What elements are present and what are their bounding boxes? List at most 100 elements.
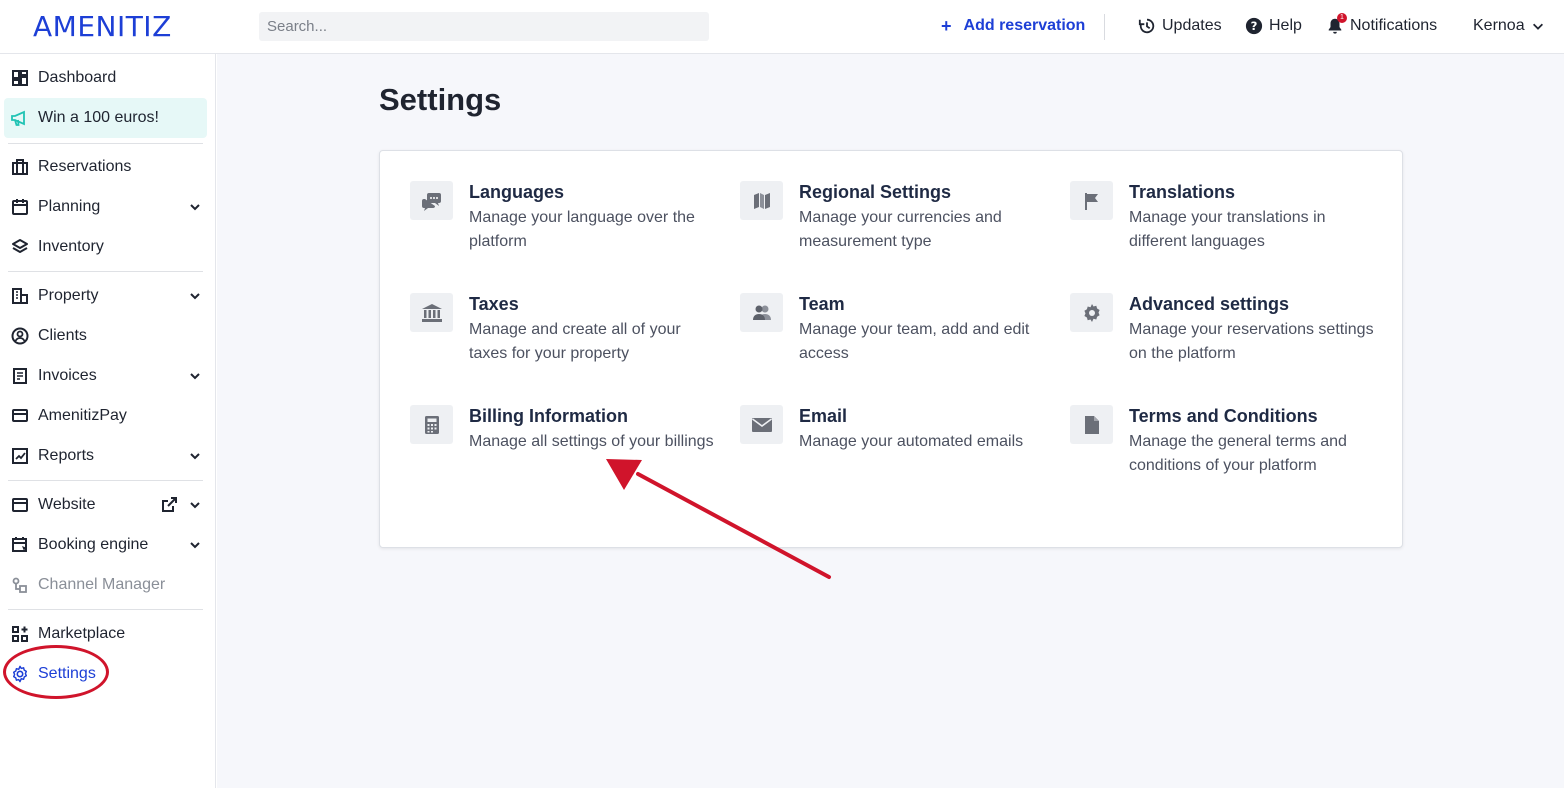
plus-icon: + (941, 15, 952, 36)
amenitiz-logo[interactable]: AMENITIZ (33, 10, 172, 43)
annotation-circle (3, 645, 109, 699)
tile-description: Manage your reservations settings on the… (1129, 321, 1374, 362)
tile-description: Manage all settings of your billings (469, 433, 714, 450)
sidebar-item-promo[interactable]: Win a 100 euros! (4, 98, 207, 138)
tile-description: Manage your language over the platform (469, 209, 695, 250)
settings-tile-billing-information[interactable]: Billing Information Manage all settings … (410, 405, 714, 505)
sidebar-label: Website (38, 496, 96, 513)
tile-title: Billing Information (469, 406, 628, 426)
sidebar-divider (8, 143, 203, 144)
settings-tile-terms-and-conditions[interactable]: Terms and Conditions Manage the general … (1070, 405, 1370, 505)
sidebar-divider (8, 609, 203, 610)
sidebar-item-amenitizpay[interactable]: AmenitizPay (4, 396, 207, 436)
dashboard-icon (10, 68, 30, 88)
sidebar-label: Win a 100 euros! (38, 109, 159, 126)
help-label: Help (1269, 17, 1302, 34)
sidebar-item-channel-manager[interactable]: Channel Manager (4, 565, 207, 605)
users-icon (740, 293, 783, 332)
chart-icon (10, 446, 30, 466)
sidebar-item-planning[interactable]: Planning (4, 187, 207, 227)
settings-tile-team[interactable]: Team Manage your team, add and edit acce… (740, 293, 1040, 393)
building-icon (10, 286, 30, 306)
sidebar-item-reservations[interactable]: Reservations (4, 147, 207, 187)
sidebar-label: Reservations (38, 158, 132, 175)
document-icon (1070, 405, 1113, 444)
help-button[interactable]: ? Help (1245, 15, 1302, 37)
sidebar-item-reports[interactable]: Reports (4, 436, 207, 476)
tile-description: Manage your automated emails (799, 433, 1024, 450)
chevron-down-icon (190, 542, 200, 549)
user-name: Kernoa (1473, 17, 1525, 34)
chevron-down-icon (1532, 23, 1543, 30)
notifications-label: Notifications (1350, 17, 1438, 34)
header-divider (1104, 14, 1105, 40)
settings-tile-regional-settings[interactable]: Regional Settings Manage your currencies… (740, 181, 1040, 281)
settings-tile-taxes[interactable]: Taxes Manage and create all of your taxe… (410, 293, 710, 393)
page-title: Settings (379, 82, 502, 117)
sidebar-label: Inventory (38, 238, 104, 255)
sidebar-label: Clients (38, 327, 87, 344)
tile-title: Email (799, 406, 848, 426)
settings-tile-languages[interactable]: Languages Manage your language over the … (410, 181, 710, 281)
tile-title: Taxes (469, 294, 519, 314)
sidebar-label: AmenitizPay (38, 407, 127, 424)
help-icon: ? (1245, 17, 1263, 35)
card-icon (10, 406, 30, 426)
sidebar-label: Planning (38, 198, 101, 215)
flag-icon (1070, 181, 1113, 220)
sidebar-item-inventory[interactable]: Inventory (4, 227, 207, 267)
tile-description: Manage your team, add and edit access (799, 321, 1030, 362)
sidebar-label: Channel Manager (38, 576, 166, 593)
chat-bubbles-icon (410, 181, 453, 220)
add-reservation-button[interactable]: + Add reservation (941, 15, 1085, 37)
browser-icon (10, 495, 30, 515)
sidebar-label: Property (38, 287, 99, 304)
sidebar-item-booking-engine[interactable]: Booking engine (4, 525, 207, 565)
sidebar-divider (8, 480, 203, 481)
tile-description: Manage your translations in different la… (1129, 209, 1326, 250)
sidebar-item-invoices[interactable]: Invoices (4, 356, 207, 396)
calendar-cursor-icon (10, 535, 30, 555)
chevron-down-icon (190, 453, 200, 460)
invoice-icon (10, 366, 30, 386)
suitcase-icon (10, 157, 30, 177)
tile-title: Team (799, 294, 845, 314)
sidebar-label: Marketplace (38, 625, 126, 642)
sidebar-label: Booking engine (38, 536, 149, 553)
chevron-down-icon (190, 502, 200, 509)
history-icon (1138, 18, 1155, 34)
search-input[interactable] (259, 12, 709, 41)
channels-icon (10, 575, 30, 595)
settings-card: Languages Manage your language over the … (379, 150, 1403, 548)
settings-tile-translations[interactable]: Translations Manage your translations in… (1070, 181, 1370, 281)
add-reservation-label: Add reservation (963, 17, 1086, 34)
sidebar-item-website[interactable]: Website (4, 485, 207, 525)
tile-title: Translations (1129, 182, 1236, 202)
sidebar-label: Invoices (38, 367, 97, 384)
top-bar: AMENITIZ + Add reservation Updates ? Hel… (0, 0, 1564, 54)
layers-icon (10, 237, 30, 257)
sidebar-item-clients[interactable]: Clients (4, 316, 207, 356)
settings-tile-email[interactable]: Email Manage your automated emails (740, 405, 1040, 505)
user-circle-icon (10, 326, 30, 346)
external-link-icon[interactable] (159, 495, 179, 515)
map-icon (740, 181, 783, 220)
tile-title: Advanced settings (1129, 294, 1290, 314)
tile-description: Manage and create all of your taxes for … (469, 321, 681, 362)
notifications-button[interactable]: 1 Notifications (1326, 13, 1438, 37)
tile-title: Terms and Conditions (1129, 406, 1318, 426)
settings-tile-advanced-settings[interactable]: Advanced settings Manage your reservatio… (1070, 293, 1374, 393)
grid-plus-icon (10, 624, 30, 644)
bank-icon (410, 293, 453, 332)
updates-button[interactable]: Updates (1138, 15, 1222, 37)
gear-icon (1070, 293, 1113, 332)
sidebar-item-property[interactable]: Property (4, 276, 207, 316)
user-menu[interactable]: Kernoa (1473, 15, 1545, 37)
tile-title: Languages (469, 182, 565, 202)
svg-text:?: ? (1251, 19, 1258, 33)
sidebar-item-dashboard[interactable]: Dashboard (4, 58, 207, 98)
chevron-down-icon (190, 293, 200, 300)
sidebar-label: Reports (38, 447, 95, 464)
sidebar-label: Dashboard (38, 69, 117, 86)
calculator-icon (410, 405, 453, 444)
